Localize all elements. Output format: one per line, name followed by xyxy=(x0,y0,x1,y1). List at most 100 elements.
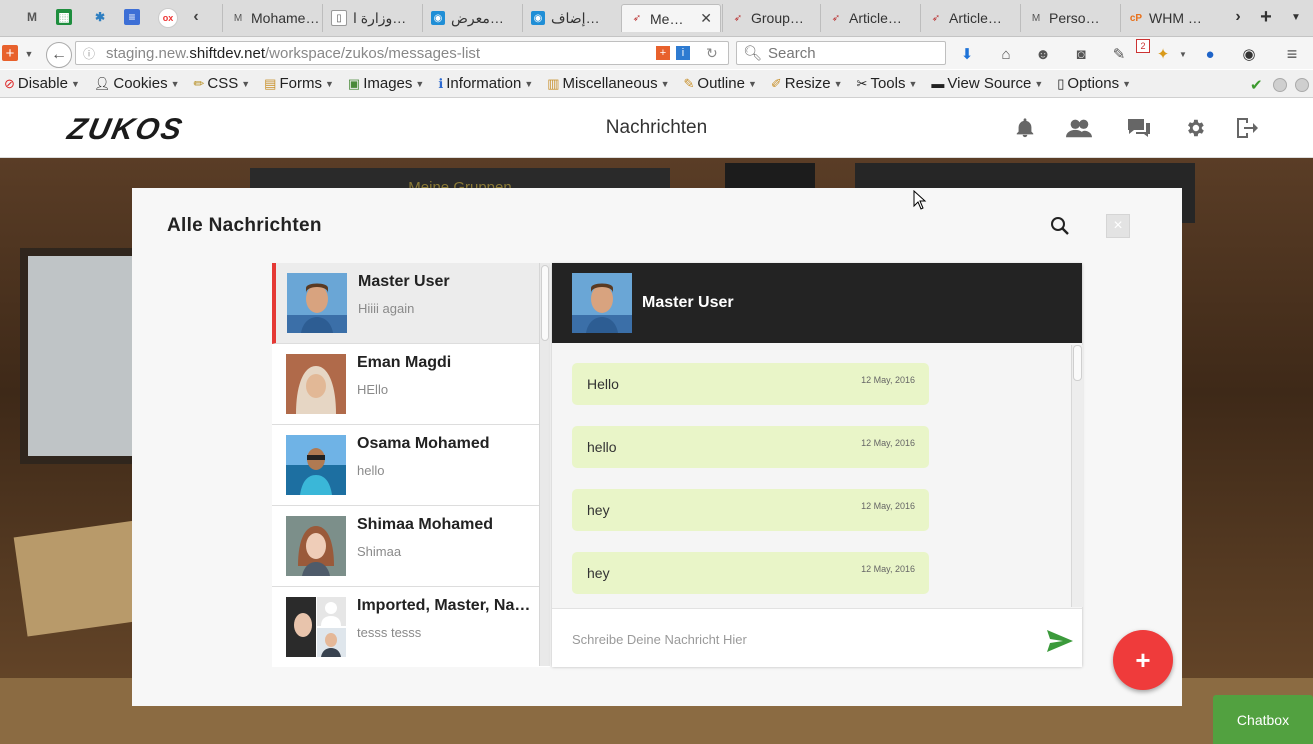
conversation-preview: Hiiii again xyxy=(358,301,415,316)
messages-icon[interactable] xyxy=(1126,117,1152,139)
close-button[interactable]: × xyxy=(1106,214,1130,238)
conversation-item[interactable]: Master User Hiiii again xyxy=(272,263,550,344)
home-icon[interactable]: ⌂ xyxy=(997,45,1015,63)
browser-tab-active[interactable]: ➶ Me… ✕ xyxy=(621,4,721,32)
caret-icon: ▼ xyxy=(70,78,80,89)
chat-bubble-icon[interactable]: ☻ xyxy=(1034,45,1052,63)
menu-label: Forms xyxy=(279,75,322,92)
devtools-view-source-menu[interactable]: ▬ View Source ▼ xyxy=(931,75,1043,92)
caret-icon: ▼ xyxy=(170,78,180,89)
devtools-resize-menu[interactable]: ✐ Resize ▼ xyxy=(771,75,843,92)
devtools-outline-menu[interactable]: ✎ Outline ▼ xyxy=(684,75,757,92)
user-icon: 👤︎ xyxy=(93,75,111,91)
conversation-item[interactable]: Shimaa Mohamed Shimaa xyxy=(272,506,550,587)
chatbox-button[interactable]: Chatbox xyxy=(1213,695,1313,744)
tab-label: Perso… xyxy=(1049,10,1100,26)
close-tab-icon[interactable]: ✕ xyxy=(700,10,712,27)
chat-contact-name: Master User xyxy=(642,294,734,311)
browser-tab[interactable]: ◉ معرض… xyxy=(422,4,522,32)
reload-icon[interactable]: ↻ xyxy=(706,45,718,62)
notifications-icon[interactable] xyxy=(1012,117,1038,139)
globe-icon[interactable]: ● xyxy=(1201,45,1219,63)
message-bubble: Hello 12 May, 2016 xyxy=(572,363,929,405)
compose-field[interactable]: Schreibe Deine Nachricht Hier xyxy=(552,608,1082,667)
new-message-button[interactable]: + xyxy=(1113,630,1173,690)
conversation-item[interactable]: Imported, Master, Na… tesss tesss xyxy=(272,587,550,667)
addon-info-icon[interactable]: i xyxy=(676,46,690,60)
menu-label: CSS xyxy=(207,75,239,92)
scrollbar-thumb[interactable] xyxy=(1073,345,1082,381)
tool-icon[interactable]: ✎ xyxy=(1110,45,1128,63)
notification-badge[interactable]: 2 xyxy=(1136,39,1150,53)
browser-tab[interactable]: M Perso… xyxy=(1020,4,1120,32)
info-icon[interactable]: ⓘ xyxy=(83,45,95,62)
ext-dropdown-icon[interactable]: ▼ xyxy=(1174,45,1192,63)
devtools-information-menu[interactable]: ℹ Information ▼ xyxy=(438,75,533,92)
addon-dropdown-icon[interactable]: ▼ xyxy=(20,45,38,63)
olx-pinned-icon[interactable]: ox xyxy=(158,8,178,28)
devtools-cookies-menu[interactable]: 👤︎ Cookies ▼ xyxy=(94,75,180,92)
caret-icon: ▼ xyxy=(324,78,334,89)
page-title: Nachrichten xyxy=(605,117,708,138)
asterisk-pinned-icon[interactable]: ✱ xyxy=(90,7,110,27)
browser-tab[interactable]: cP WHM … xyxy=(1120,4,1220,32)
tabs-menu-icon[interactable]: ▼ xyxy=(1286,7,1306,27)
message-list: Hello 12 May, 2016 hello 12 May, 2016 he… xyxy=(552,343,1082,608)
conversation-preview: Shimaa xyxy=(357,544,402,559)
browser-tab[interactable]: ▯ وزارة ا… xyxy=(322,4,422,32)
message-text: Hello xyxy=(587,376,619,392)
devtools-disable-menu[interactable]: ⊘ Disable ▼ xyxy=(4,75,80,92)
conversation-item[interactable]: Osama Mohamed hello xyxy=(272,425,550,506)
gmail-pinned-icon[interactable]: M xyxy=(22,7,42,27)
addon-ext-icon[interactable]: ✦ xyxy=(1154,45,1172,63)
avatar xyxy=(286,435,346,495)
color-wheel-icon[interactable]: ◉ xyxy=(1240,45,1258,63)
sheets-pinned-icon[interactable]: ▦ xyxy=(56,9,72,25)
tab-label: Article… xyxy=(849,10,902,26)
url-bar[interactable]: ⓘ staging.new.shiftdev.net/workspace/zuk… xyxy=(75,41,729,65)
conversation-item[interactable]: Eman Magdi HEllo xyxy=(272,344,550,425)
addon-icon[interactable]: + xyxy=(2,45,18,62)
tabs-scroll-left-icon[interactable]: ‹ xyxy=(186,7,206,27)
devtools-forms-menu[interactable]: ▤ Forms ▼ xyxy=(264,75,334,92)
contacts-icon[interactable] xyxy=(1066,117,1092,139)
devtools-css-menu[interactable]: ✏ CSS ▼ xyxy=(194,75,251,92)
browser-tab[interactable]: ➶ Group… xyxy=(722,4,820,32)
outline-icon: ✎ xyxy=(683,75,695,91)
devtools-options-menu[interactable]: ▯ Options ▼ xyxy=(1057,75,1131,92)
browser-tab[interactable]: M Mohame… xyxy=(222,4,322,32)
download-icon[interactable]: ⬇ xyxy=(958,45,976,63)
app-icon: ◉ xyxy=(531,11,545,25)
back-icon[interactable]: ← xyxy=(46,42,72,68)
addon-plus-icon[interactable]: + xyxy=(656,46,670,60)
hamburger-menu-icon[interactable]: ≡ xyxy=(1283,44,1301,64)
scrollbar-thumb[interactable] xyxy=(541,265,549,341)
send-icon[interactable] xyxy=(1046,629,1074,653)
pocket-icon[interactable]: ◙ xyxy=(1072,45,1090,63)
conversation-scrollbar[interactable] xyxy=(539,263,550,666)
browser-tab[interactable]: ➶ Article… xyxy=(920,4,1020,32)
caret-icon: ▼ xyxy=(908,78,918,89)
info-icon: ℹ xyxy=(438,75,444,91)
browser-tab[interactable]: ➶ Article… xyxy=(820,4,920,32)
tabs-scroll-right-icon[interactable]: › xyxy=(1228,7,1248,27)
url-text[interactable]: staging.new.shiftdev.net/workspace/zukos… xyxy=(106,45,480,62)
new-tab-icon[interactable]: + xyxy=(1256,6,1276,28)
logout-icon[interactable] xyxy=(1234,117,1260,139)
message-text: hey xyxy=(587,565,610,581)
no-icon: ⊘ xyxy=(4,75,15,91)
settings-gear-icon[interactable] xyxy=(1182,117,1208,139)
browser-tab[interactable]: ◉ إضاف… xyxy=(522,4,620,32)
message-date: 12 May, 2016 xyxy=(861,375,915,385)
search-icon[interactable] xyxy=(1050,216,1072,238)
messages-modal: Alle Nachrichten × Master User Hiiii aga… xyxy=(132,188,1182,706)
pencil-icon: ✏ xyxy=(193,75,205,91)
search-field[interactable]: 🔍︎ Search xyxy=(736,41,946,65)
form-icon: ▤ xyxy=(264,75,277,91)
devtools-tools-menu[interactable]: ✂ Tools ▼ xyxy=(857,75,918,92)
bird-icon: ➶ xyxy=(831,12,841,24)
message-scrollbar[interactable] xyxy=(1071,345,1083,607)
devtools-images-menu[interactable]: ▣ Images ▼ xyxy=(348,75,424,92)
docs-pinned-icon[interactable]: ≡ xyxy=(124,9,140,25)
devtools-misc-menu[interactable]: ▥ Miscellaneous ▼ xyxy=(547,75,669,92)
